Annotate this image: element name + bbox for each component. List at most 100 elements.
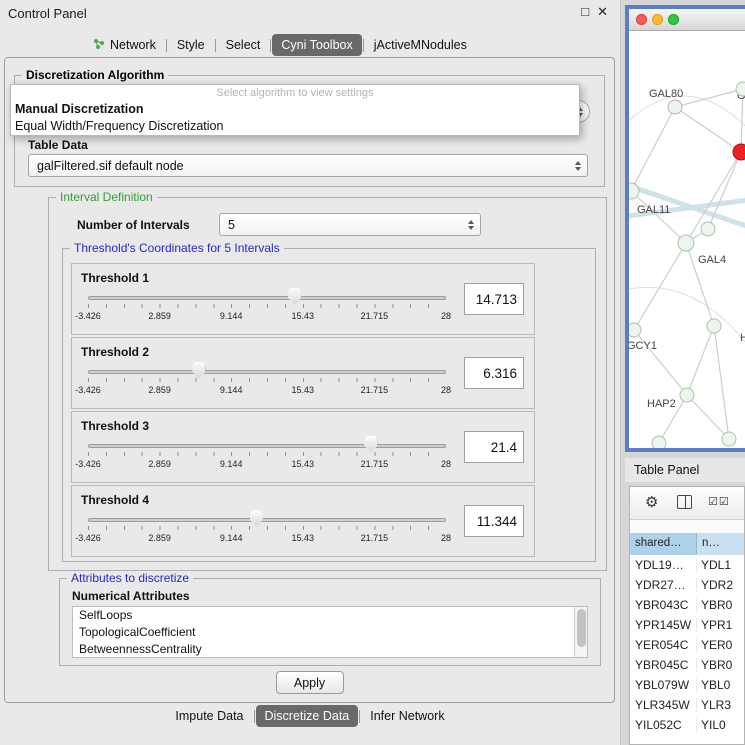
network-edge[interactable] (629, 96, 745, 141)
tab-network[interactable]: Network (84, 34, 165, 57)
table-row[interactable]: YDL19…YDL1 (630, 555, 744, 575)
tab-impute-data[interactable]: Impute Data (166, 705, 252, 727)
scale-tick-label: 15.43 (292, 459, 315, 469)
scale-tick-label: -3.426 (75, 385, 101, 395)
interval-definition-label: Interval Definition (56, 190, 157, 204)
tab-label: Network (110, 38, 156, 52)
interval-definition-group: Interval Definition Number of Intervals … (48, 197, 607, 571)
table-row[interactable]: YLR345WYLR3 (630, 695, 744, 715)
network-node[interactable] (652, 436, 666, 449)
network-edge[interactable] (631, 107, 675, 191)
threshold-slider[interactable]: -3.4262.8599.14415.4321.71528 (88, 288, 446, 326)
select-all-checkboxes-icon[interactable]: ☑☑ (708, 495, 730, 508)
attribute-item[interactable]: BetweennessCentrality (73, 641, 587, 658)
tab-label: Impute Data (175, 709, 243, 723)
table-panel-title: Table Panel (634, 463, 699, 477)
tab-label: Select (226, 38, 261, 52)
scale-tick-label: 15.43 (292, 385, 315, 395)
slider-track[interactable] (88, 518, 446, 522)
network-node[interactable] (629, 323, 641, 337)
cell-shared-name: YBR045C (630, 658, 697, 672)
threshold-value-field[interactable]: 6.316 (464, 357, 524, 389)
network-window-titlebar[interactable] (629, 9, 745, 31)
table-row[interactable]: YBR043CYBR0 (630, 595, 744, 615)
threshold-value-field[interactable]: 21.4 (464, 431, 524, 463)
network-node[interactable] (701, 222, 715, 236)
network-node[interactable] (678, 235, 694, 251)
attribute-item[interactable]: TopologicalCoefficient (73, 624, 587, 641)
column-header-shared-name[interactable]: shared… (630, 533, 697, 555)
tab-style[interactable]: Style (168, 34, 214, 56)
tab-infer-network[interactable]: Infer Network (361, 705, 453, 727)
tab-label: Discretize Data (265, 709, 350, 723)
zoom-traffic-light-icon[interactable] (668, 14, 679, 25)
scale-tick-label: 9.144 (220, 311, 243, 321)
tab-discretize-data[interactable]: Discretize Data (256, 705, 359, 727)
tab-cyni-toolbox[interactable]: Cyni Toolbox (272, 34, 361, 56)
network-edge[interactable] (675, 89, 743, 107)
network-edge[interactable] (634, 243, 686, 330)
threshold-value-field[interactable]: 14.713 (464, 283, 524, 315)
table-rows: YDL19…YDL1YDR27…YDR2YBR043CYBR0YPR145WYP… (630, 555, 744, 744)
columns-icon[interactable] (677, 495, 692, 509)
table-row[interactable]: YBL079WYBL0 (630, 675, 744, 695)
network-node[interactable] (668, 100, 682, 114)
network-node[interactable] (707, 319, 721, 333)
network-node[interactable] (736, 82, 745, 96)
slider-thumb[interactable] (192, 362, 205, 379)
slider-thumb[interactable] (364, 436, 377, 453)
tab-label: jActiveMNodules (374, 38, 467, 52)
thresholds-group-label: Threshold's Coordinates for 5 Intervals (70, 241, 284, 255)
dropdown-option-manual-discretization[interactable]: Manual Discretization (11, 101, 579, 118)
tab-select[interactable]: Select (217, 34, 270, 56)
dropdown-option-equal-width-frequency[interactable]: Equal Width/Frequency Discretization (11, 118, 579, 135)
close-traffic-light-icon[interactable] (636, 14, 647, 25)
threshold-value-field[interactable]: 11.344 (464, 505, 524, 537)
slider-track[interactable] (88, 370, 446, 374)
table-data-combobox[interactable]: galFiltered.sif default node (28, 154, 588, 177)
float-window-icon[interactable]: □ (581, 4, 589, 20)
threshold-slider[interactable]: -3.4262.8599.14415.4321.71528 (88, 436, 446, 474)
scrollbar[interactable] (574, 607, 587, 657)
threshold-slider[interactable]: -3.4262.8599.14415.4321.71528 (88, 362, 446, 400)
network-canvas[interactable]: GAL80GACGAL11GAL4GCY1HHAP2 (629, 31, 745, 449)
network-node[interactable] (733, 144, 745, 160)
attributes-group: Attributes to discretize Numerical Attri… (59, 578, 601, 666)
tab-label: Infer Network (370, 709, 444, 723)
tab-jactivemnodules[interactable]: jActiveMNodules (365, 34, 476, 56)
threshold-label: Threshold 3 (81, 419, 149, 433)
slider-track[interactable] (88, 296, 446, 300)
cell-name: YLR3 (697, 698, 744, 712)
table-row[interactable]: YIL052CYIL0 (630, 715, 744, 735)
slider-thumb[interactable] (250, 510, 263, 527)
table-row[interactable]: YPR145WYPR1 (630, 615, 744, 635)
bottom-tab-bar: Impute Data Discretize Data Infer Networ… (0, 704, 620, 728)
attribute-item[interactable]: SelfLoops (73, 607, 587, 624)
numerical-attributes-list[interactable]: SelfLoopsTopologicalCoefficientBetweenne… (72, 606, 588, 658)
slider-thumb[interactable] (288, 288, 301, 305)
gear-icon[interactable]: ⚙ (645, 493, 658, 511)
network-node-label: GAL11 (637, 204, 670, 216)
apply-button[interactable]: Apply (276, 671, 344, 694)
scrollbar-thumb[interactable] (577, 609, 586, 647)
tab-separator (166, 39, 167, 52)
network-node[interactable] (680, 388, 694, 402)
network-edge[interactable] (687, 395, 729, 439)
minimize-traffic-light-icon[interactable] (652, 14, 663, 25)
close-icon[interactable]: ✕ (597, 4, 608, 20)
table-row[interactable]: YER054CYER0 (630, 635, 744, 655)
scale-tick-label: -3.426 (75, 459, 101, 469)
column-header-name[interactable]: n… (697, 533, 744, 555)
scale-tick-label: 21.715 (361, 459, 389, 469)
number-of-intervals-label: Number of Intervals (77, 218, 190, 232)
network-view-window: GAL80GACGAL11GAL4GCY1HHAP2 (625, 5, 745, 452)
number-of-intervals-combobox[interactable]: 5 (219, 213, 481, 236)
network-node[interactable] (722, 432, 736, 446)
threshold-slider[interactable]: -3.4262.8599.14415.4321.71528 (88, 510, 446, 548)
network-edge[interactable] (687, 326, 714, 395)
attributes-group-label: Attributes to discretize (67, 571, 193, 585)
network-edge[interactable] (714, 326, 729, 439)
slider-track[interactable] (88, 444, 446, 448)
table-row[interactable]: YDR27…YDR2 (630, 575, 744, 595)
table-row[interactable]: YBR045CYBR0 (630, 655, 744, 675)
